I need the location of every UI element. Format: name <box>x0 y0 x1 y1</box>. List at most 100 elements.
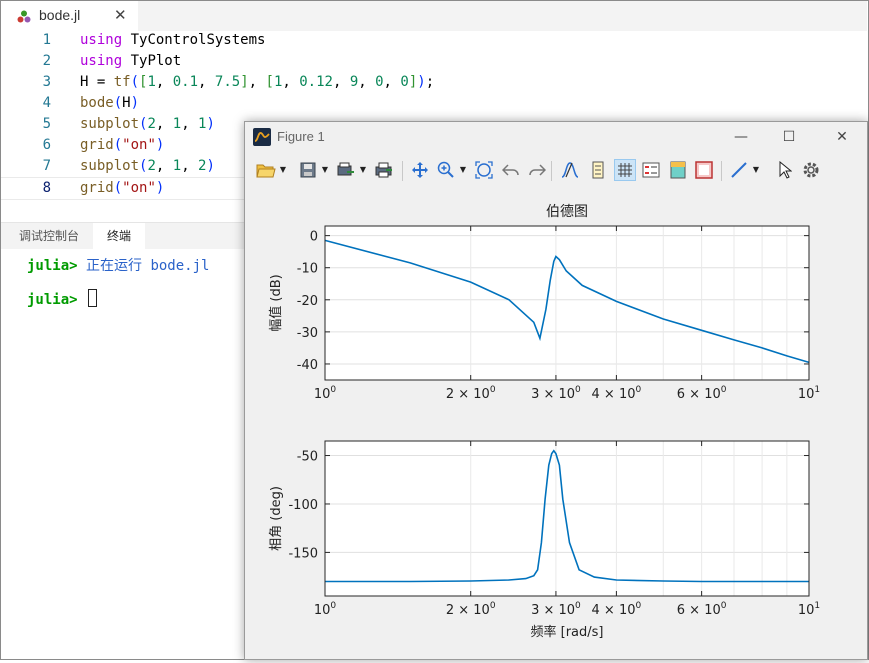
code-text: bode(H) <box>80 93 139 114</box>
code-token: , <box>248 74 266 90</box>
code-token: ) <box>206 116 215 132</box>
maximize-button[interactable]: ☐ <box>774 126 804 148</box>
figure-title-bar[interactable]: Figure 1 — ☐ ✕ <box>245 122 867 153</box>
code-token: ( <box>113 95 123 111</box>
code-token: 7.5 <box>214 74 241 90</box>
julia-prompt: julia> <box>27 258 78 274</box>
save-icon[interactable] <box>297 159 319 181</box>
code-token: ] <box>240 74 249 90</box>
tab-label: bode.jl <box>39 7 81 23</box>
minimize-button[interactable]: — <box>726 126 756 148</box>
console-line-input[interactable]: julia> <box>27 289 98 308</box>
y-tick-label: -20 <box>297 294 318 309</box>
code-token: , <box>198 74 215 90</box>
figure-window[interactable]: Figure 1 — ☐ ✕ ▼ ▼ ▼ ▼ ▼ 0 -10 -20 -30 -40 10… <box>244 121 868 660</box>
line-number: 5 <box>42 116 51 132</box>
tab-debug-console[interactable]: 调试控制台 <box>5 223 93 249</box>
code-token: bode <box>80 95 114 111</box>
x-tick-label: 6 × 100 <box>677 601 727 618</box>
code-line[interactable]: 4 bode(H) <box>1 93 867 114</box>
code-token: subplot <box>80 116 140 132</box>
code-token: 0.12 <box>299 74 333 90</box>
open-dropdown-icon[interactable]: ▼ <box>279 159 287 181</box>
close-tab-icon[interactable]: ✕ <box>114 6 127 24</box>
code-text: subplot(2, 1, 1) <box>80 114 215 135</box>
line-icon[interactable] <box>728 159 750 181</box>
fill-color-icon[interactable] <box>667 159 689 181</box>
code-token: H <box>122 95 131 111</box>
code-token: , <box>332 74 350 90</box>
line-number: 1 <box>42 32 51 48</box>
colorbar-icon[interactable] <box>587 159 609 181</box>
running-message: 正在运行 bode.jl <box>86 258 210 274</box>
export-icon[interactable] <box>335 159 357 181</box>
code-token: ) <box>130 95 140 111</box>
y-tick-label: -100 <box>288 498 318 513</box>
y-tick-label: 0 <box>310 230 318 245</box>
code-token: 1 <box>172 158 182 174</box>
y-tick-label: -40 <box>297 358 318 373</box>
code-token: ( <box>113 137 123 153</box>
code-token: ) <box>155 137 165 153</box>
code-line[interactable]: 2 using TyPlot <box>1 51 867 72</box>
zoom-fit-icon[interactable] <box>473 159 495 181</box>
code-token: 1 <box>172 116 182 132</box>
close-window-button[interactable]: ✕ <box>827 126 857 148</box>
code-text: using TyPlot <box>80 51 181 72</box>
tab-terminal[interactable]: 终端 <box>93 223 146 249</box>
axes-background <box>325 441 809 596</box>
x-tick-label: 2 × 100 <box>446 385 496 402</box>
code-token: , <box>181 116 199 132</box>
line-dropdown-icon[interactable]: ▼ <box>752 159 760 181</box>
code-token: ) <box>417 74 426 90</box>
x-tick-label: 100 <box>314 601 337 618</box>
code-token: 2 <box>147 116 156 132</box>
code-line[interactable]: 3H = tf([1, 0.1, 7.5], [1, 0.12, 9, 0, 0… <box>1 72 867 93</box>
line-number: 2 <box>42 53 51 69</box>
pointer-icon[interactable] <box>774 159 796 181</box>
x-tick-label: 4 × 100 <box>592 385 642 402</box>
y-tick-label: -50 <box>297 450 318 465</box>
code-text: grid("on") <box>80 178 164 199</box>
text-cursor <box>88 289 98 307</box>
pan-icon[interactable] <box>409 159 431 181</box>
open-file-icon[interactable] <box>255 159 277 181</box>
figure-toolbar: ▼ ▼ ▼ ▼ ▼ <box>245 155 867 187</box>
code-token: , <box>181 158 199 174</box>
x-tick-label: 6 × 100 <box>677 385 727 402</box>
data-tip-icon[interactable] <box>559 159 581 181</box>
code-token: , <box>155 116 173 132</box>
code-token: [ <box>265 74 274 90</box>
undo-icon[interactable] <box>500 159 522 181</box>
code-token: , <box>155 74 173 90</box>
grid-icon[interactable] <box>614 159 636 181</box>
legend-icon[interactable] <box>640 159 662 181</box>
code-token: grid <box>80 180 114 196</box>
zoom-dropdown-icon[interactable]: ▼ <box>459 159 467 181</box>
y-tick-label: -10 <box>297 262 318 277</box>
settings-icon[interactable] <box>800 159 822 181</box>
redo-icon[interactable] <box>526 159 548 181</box>
tab-bode-jl[interactable]: bode.jl ✕ <box>1 1 138 31</box>
code-token: 0 <box>375 74 384 90</box>
toolbar-separator <box>402 161 403 181</box>
x-tick-label: 3 × 100 <box>531 601 581 618</box>
border-icon[interactable] <box>693 159 715 181</box>
code-token: ) <box>206 158 215 174</box>
print-icon[interactable] <box>373 159 395 181</box>
julia-file-icon <box>17 9 31 23</box>
code-token: subplot <box>80 158 140 174</box>
code-token: ; <box>425 74 435 90</box>
code-token: TyControlSystems <box>122 32 266 48</box>
code-token: "on" <box>122 180 156 196</box>
save-dropdown-icon[interactable]: ▼ <box>321 159 329 181</box>
bode-plot-svg[interactable]: 0 -10 -20 -30 -40 100 2 × 100 3 × 100 4 × 100 6 ×… <box>245 188 867 659</box>
plot-area[interactable]: 0 -10 -20 -30 -40 100 2 × 100 3 × 100 4 × 100 6 ×… <box>245 188 867 659</box>
export-dropdown-icon[interactable]: ▼ <box>359 159 367 181</box>
zoom-in-icon[interactable] <box>435 159 457 181</box>
code-line[interactable]: 1 using TyControlSystems <box>1 30 867 51</box>
code-token: , <box>282 74 300 90</box>
y-tick-label: -150 <box>288 546 318 561</box>
code-token: using <box>80 53 123 69</box>
line-number: 4 <box>42 95 51 111</box>
